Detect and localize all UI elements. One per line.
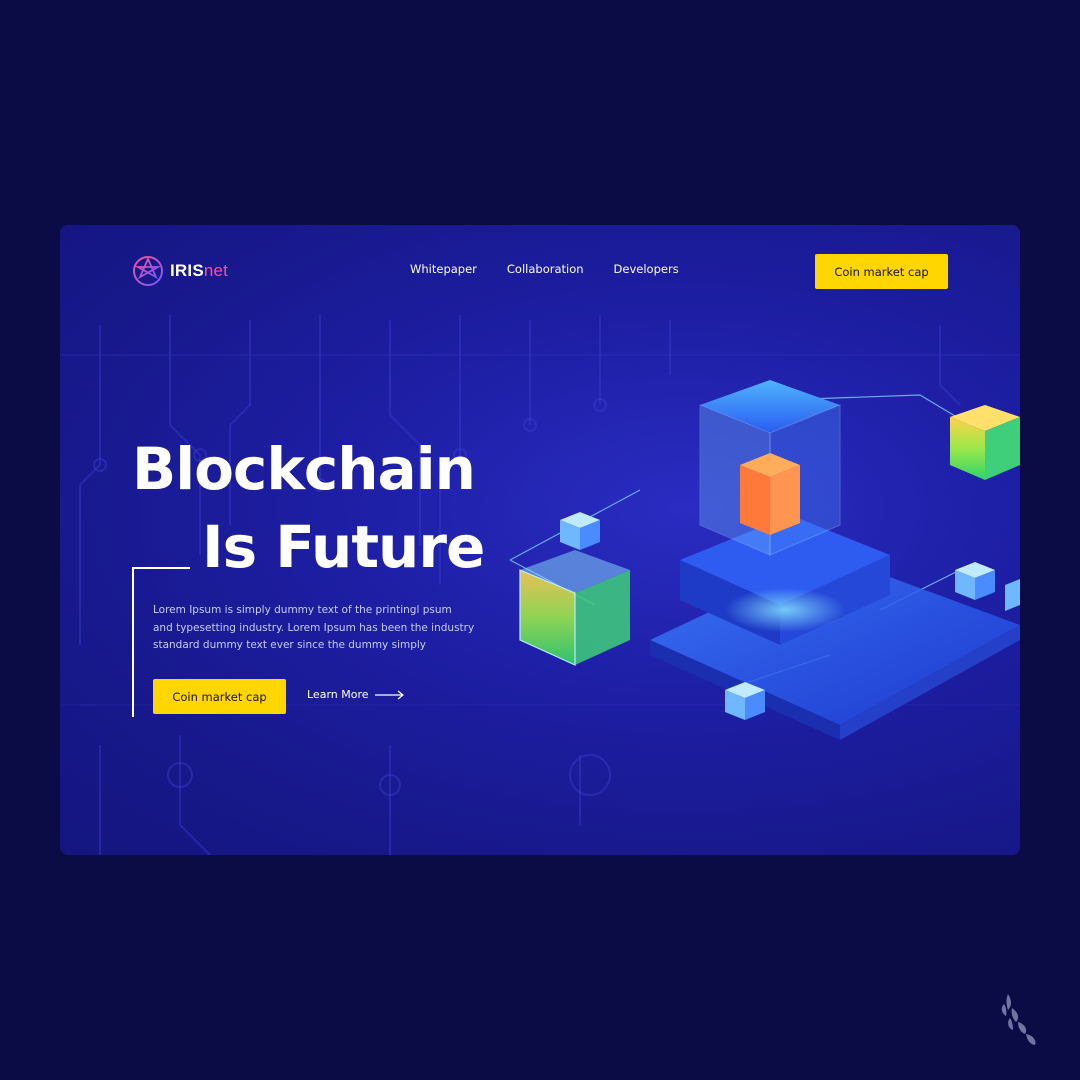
brand-name: IRISnet <box>170 261 228 281</box>
hero-description-line2: and typesetting industry. Lorem Ipsum ha… <box>153 621 475 634</box>
blockchain-illustration <box>509 380 1020 740</box>
header-coin-market-cap-button[interactable]: Coin market cap <box>815 254 948 289</box>
learn-more-link[interactable]: Learn More <box>307 688 405 701</box>
main-nav: Whitepaper Collaboration Developers <box>410 262 679 276</box>
arrow-right-icon <box>374 690 404 699</box>
laurel-icon <box>1001 994 1036 1045</box>
hero-description-line1: Lorem Ipsum is simply dummy text of the … <box>153 604 452 616</box>
hero-coin-market-cap-button[interactable]: Coin market cap <box>153 679 286 714</box>
brand-name-main: IRIS <box>170 261 204 280</box>
hero-title-line1: Blockchain <box>132 435 476 503</box>
landing-page-frame: IRISnet Whitepaper Collaboration Develop… <box>60 225 1020 855</box>
iris-logo-icon <box>133 256 163 286</box>
nav-item-collaboration[interactable]: Collaboration <box>507 262 584 276</box>
brand-logo[interactable]: IRISnet <box>132 255 228 287</box>
nav-item-whitepaper[interactable]: Whitepaper <box>410 262 477 276</box>
hero-description-line3: standard dummy text ever since the dummy… <box>153 639 427 651</box>
hero-description: Lorem Ipsum is simply dummy text of the … <box>153 602 493 655</box>
learn-more-label: Learn More <box>307 688 369 701</box>
nav-item-developers[interactable]: Developers <box>614 262 679 276</box>
hero-title: Blockchain Is Future <box>132 430 485 586</box>
brand-name-accent: net <box>203 261 229 280</box>
